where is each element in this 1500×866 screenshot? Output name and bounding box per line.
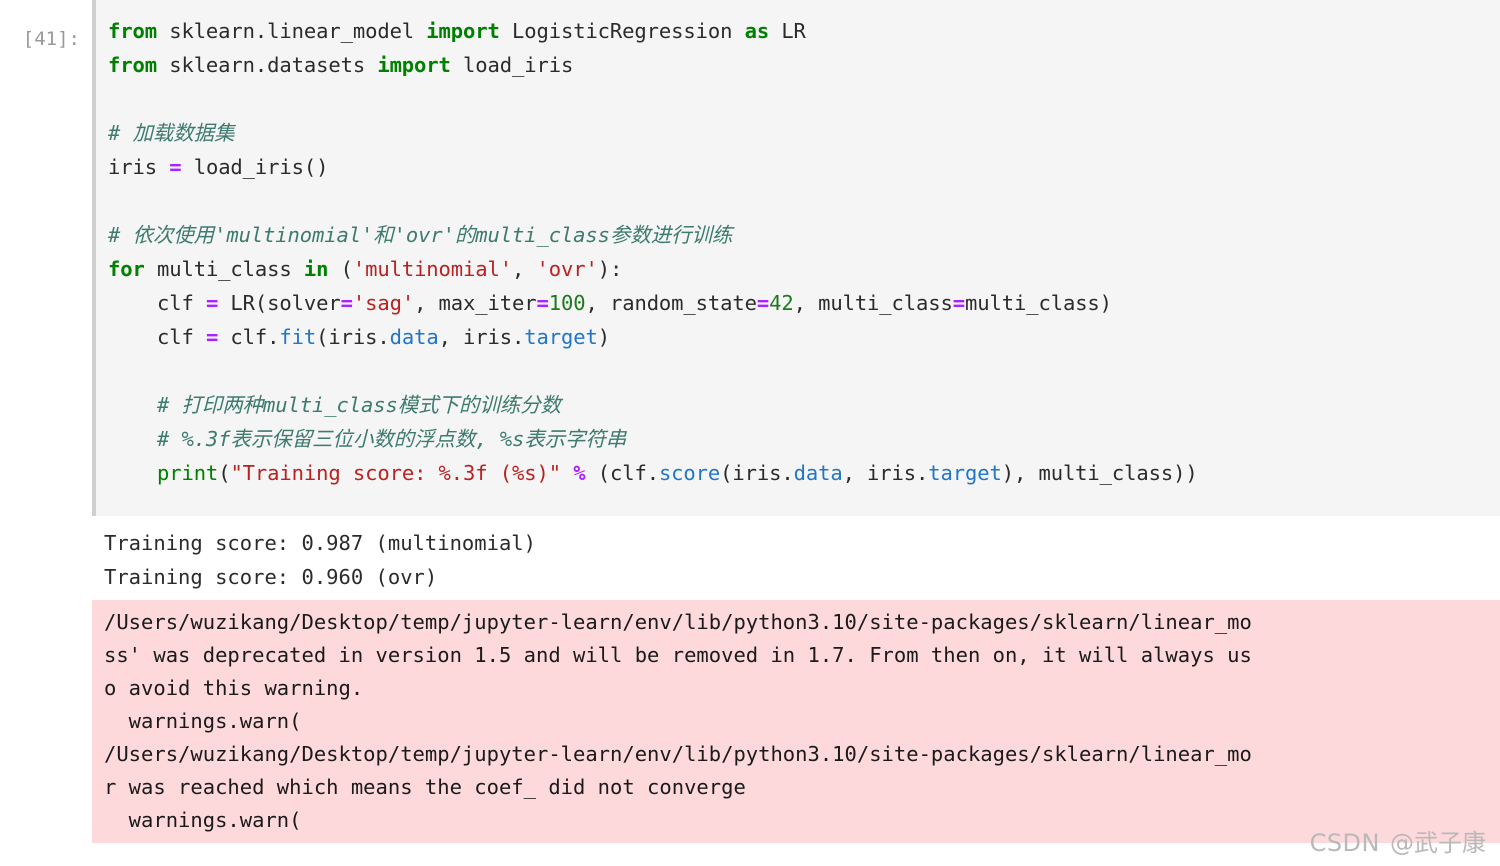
code-token: = [536,291,549,315]
code-token: 100 [548,291,586,315]
code-token: fit [279,325,317,349]
code-token: in [303,257,329,281]
code-token: multi_class) [965,291,1112,315]
code-token: LR(solver [218,291,341,315]
code-token: LR [769,19,806,43]
code-token: , random_state [585,291,757,315]
code-token: target [524,325,598,349]
code-token: 'sag' [352,291,415,315]
code-token: import [426,19,500,43]
watermark-user: @武子康 [1390,829,1486,857]
code-token: (iris. [316,325,390,349]
code-token: = [952,291,966,315]
execution-count-prompt: [41]: [22,28,80,50]
code-token: , multi_class [793,291,953,315]
code-token: ) [597,325,610,349]
code-token: multi_class [144,257,304,281]
code-token: # %.3f表示保留三位小数的浮点数, %s表示字符串 [108,427,627,451]
code-token: = [205,291,219,315]
code-token: print [156,461,219,485]
code-token: , iris. [842,461,929,485]
code-token: ), multi_class)) [1001,461,1198,485]
code-token: = [169,155,182,179]
code-token: clf. [218,325,280,349]
code-token: from [108,19,157,43]
code-token: from [108,53,157,77]
code-token: data [389,325,439,349]
stderr-warning-output: /Users/wuzikang/Desktop/temp/jupyter-lea… [92,600,1500,843]
cell-output-area: Training score: 0.987 (multinomial) Trai… [92,516,1500,843]
code-token: ( [328,257,353,281]
code-token: data [793,461,843,485]
code-token: # 打印两种multi_class模式下的训练分数 [108,393,561,417]
code-editor[interactable]: from sklearn.linear_model import Logisti… [108,14,1500,490]
code-token: , max_iter [414,291,537,315]
code-token: , [512,257,537,281]
code-token: (iris. [720,461,794,485]
code-token: iris [108,155,170,179]
code-token: ): [597,257,623,281]
code-input-area[interactable]: from sklearn.linear_model import Logisti… [92,0,1500,516]
code-token: 42 [769,291,794,315]
code-token: ( [218,461,231,485]
code-token: = [205,325,219,349]
jupyter-notebook-cell: [41]: from sklearn.linear_model import L… [0,0,1500,866]
stdout-output: Training score: 0.987 (multinomial) Trai… [92,516,1500,600]
code-token: 'multinomial' [352,257,513,281]
code-token: sklearn.datasets [156,53,378,77]
code-token: sklearn.linear_model [156,19,427,43]
code-token: (clf. [585,461,659,485]
code-token: import [377,53,451,77]
code-token: 'ovr' [536,257,598,281]
code-token: target [928,461,1002,485]
code-token: % [573,461,586,485]
code-token: = [340,291,353,315]
watermark: CSDN @武子康 [1310,823,1486,858]
code-token: as [744,19,770,43]
code-token: # 依次使用'multinomial'和'ovr'的multi_class参数进… [108,223,733,247]
code-token: "Training score: %.3f (%s)" [230,461,561,485]
code-token: score [658,461,721,485]
watermark-brand: CSDN [1309,829,1380,857]
code-token: for [108,257,145,281]
code-token: , iris. [438,325,525,349]
code-token: # 加载数据集 [108,121,235,145]
code-token: clf [108,291,206,315]
code-token: load_iris() [181,155,329,179]
code-token: = [756,291,770,315]
code-token: LogisticRegression [499,19,745,43]
code-token: clf [108,325,206,349]
code-cell[interactable]: [41]: from sklearn.linear_model import L… [0,0,1500,516]
code-token: load_iris [450,53,574,77]
